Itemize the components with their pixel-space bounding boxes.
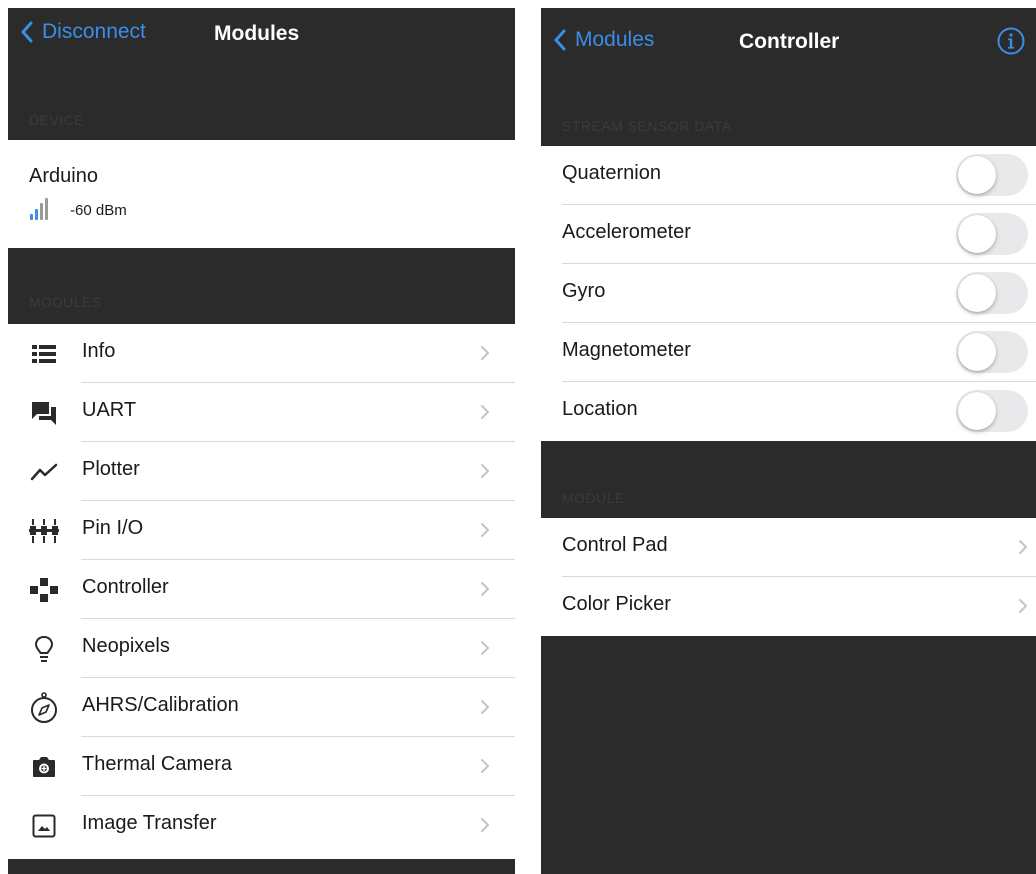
magnetometer-toggle[interactable] bbox=[956, 331, 1028, 373]
back-to-modules-button[interactable]: Modules bbox=[553, 28, 654, 52]
control-pad-row[interactable]: Control Pad bbox=[541, 518, 1036, 577]
device-card: Arduino -60 dBm bbox=[8, 140, 515, 248]
device-section-header: DEVICE bbox=[29, 112, 85, 128]
info-icon[interactable] bbox=[996, 26, 1026, 56]
module-label: Plotter bbox=[82, 458, 140, 480]
accelerometer-toggle[interactable] bbox=[956, 213, 1028, 255]
camera-icon bbox=[29, 752, 59, 782]
module-section-header: MODULE bbox=[562, 490, 625, 506]
navigation-bar: Disconnect Modules bbox=[8, 8, 515, 68]
chevron-right-icon bbox=[1019, 540, 1027, 554]
lightbulb-icon bbox=[29, 634, 59, 664]
sensor-row-location: Location bbox=[541, 382, 1036, 441]
module-label: Info bbox=[82, 340, 116, 362]
module-item-label: Control Pad bbox=[562, 534, 668, 556]
gamepad-icon bbox=[29, 575, 59, 605]
disconnect-label: Disconnect bbox=[42, 20, 146, 43]
quaternion-toggle[interactable] bbox=[956, 154, 1028, 196]
module-label: Neopixels bbox=[82, 635, 170, 657]
device-name: Arduino bbox=[29, 165, 98, 187]
module-label: Pin I/O bbox=[82, 517, 144, 539]
sensor-row-gyro: Gyro bbox=[541, 264, 1036, 323]
sensor-list: Quaternion Accelerometer Gyro Magnetomet… bbox=[541, 146, 1036, 441]
page-title: Controller bbox=[739, 30, 840, 53]
chevron-right-icon bbox=[481, 523, 489, 537]
chevron-right-icon bbox=[481, 700, 489, 714]
chevron-right-icon bbox=[481, 346, 489, 360]
line-chart-icon bbox=[29, 457, 59, 487]
navigation-bar: Modules Controller bbox=[541, 8, 1036, 68]
module-list: Control Pad Color Picker bbox=[541, 518, 1036, 636]
signal-strength-icon bbox=[30, 198, 48, 220]
pins-icon bbox=[29, 516, 59, 546]
module-label: Controller bbox=[82, 576, 169, 598]
module-label: AHRS/Calibration bbox=[82, 694, 239, 716]
sensor-label: Accelerometer bbox=[562, 221, 691, 243]
module-row-uart[interactable]: UART bbox=[8, 383, 515, 442]
sensor-row-quaternion: Quaternion bbox=[541, 146, 1036, 205]
module-row-ahrs-calibration[interactable]: AHRS/Calibration bbox=[8, 678, 515, 737]
modules-list: Info UART Plotter Pin I/O Controller Neo… bbox=[8, 324, 515, 859]
modules-screen: Disconnect Modules DEVICE Arduino -60 dB… bbox=[8, 8, 515, 874]
disconnect-button[interactable]: Disconnect bbox=[20, 20, 146, 44]
chat-icon bbox=[29, 398, 59, 428]
chevron-right-icon bbox=[481, 641, 489, 655]
module-row-info[interactable]: Info bbox=[8, 324, 515, 383]
module-label: UART bbox=[82, 399, 137, 421]
chevron-right-icon bbox=[481, 582, 489, 596]
module-label: Thermal Camera bbox=[82, 753, 233, 775]
location-toggle[interactable] bbox=[956, 390, 1028, 432]
module-label: Image Transfer bbox=[82, 812, 217, 834]
back-label: Modules bbox=[575, 28, 655, 51]
color-picker-row[interactable]: Color Picker bbox=[541, 577, 1036, 636]
image-icon bbox=[29, 811, 59, 841]
gyro-toggle[interactable] bbox=[956, 272, 1028, 314]
list-icon bbox=[29, 339, 59, 369]
module-row-controller[interactable]: Controller bbox=[8, 560, 515, 619]
sensor-row-magnetometer: Magnetometer bbox=[541, 323, 1036, 382]
sensor-label: Gyro bbox=[562, 280, 606, 302]
chevron-left-icon bbox=[554, 29, 566, 51]
module-row-plotter[interactable]: Plotter bbox=[8, 442, 515, 501]
compass-icon bbox=[29, 692, 59, 723]
chevron-right-icon bbox=[481, 464, 489, 478]
module-row-thermal-camera[interactable]: Thermal Camera bbox=[8, 737, 515, 796]
chevron-right-icon bbox=[1019, 599, 1027, 613]
sensor-row-accelerometer: Accelerometer bbox=[541, 205, 1036, 264]
chevron-right-icon bbox=[481, 405, 489, 419]
sensor-label: Quaternion bbox=[562, 162, 661, 184]
chevron-right-icon bbox=[481, 818, 489, 832]
module-row-neopixels[interactable]: Neopixels bbox=[8, 619, 515, 678]
chevron-left-icon bbox=[21, 21, 33, 43]
module-row-image-transfer[interactable]: Image Transfer bbox=[8, 796, 515, 855]
chevron-right-icon bbox=[481, 759, 489, 773]
sensor-label: Location bbox=[562, 398, 638, 420]
controller-screen: Modules Controller STREAM SENSOR DATA Qu… bbox=[541, 8, 1036, 874]
module-row-pin-io[interactable]: Pin I/O bbox=[8, 501, 515, 560]
page-title: Modules bbox=[214, 22, 300, 45]
sensor-label: Magnetometer bbox=[562, 339, 691, 361]
module-item-label: Color Picker bbox=[562, 593, 671, 615]
modules-section-header: MODULES bbox=[29, 294, 102, 310]
stream-sensor-data-header: STREAM SENSOR DATA bbox=[562, 118, 732, 134]
rssi-value: -60 dBm bbox=[70, 202, 127, 219]
